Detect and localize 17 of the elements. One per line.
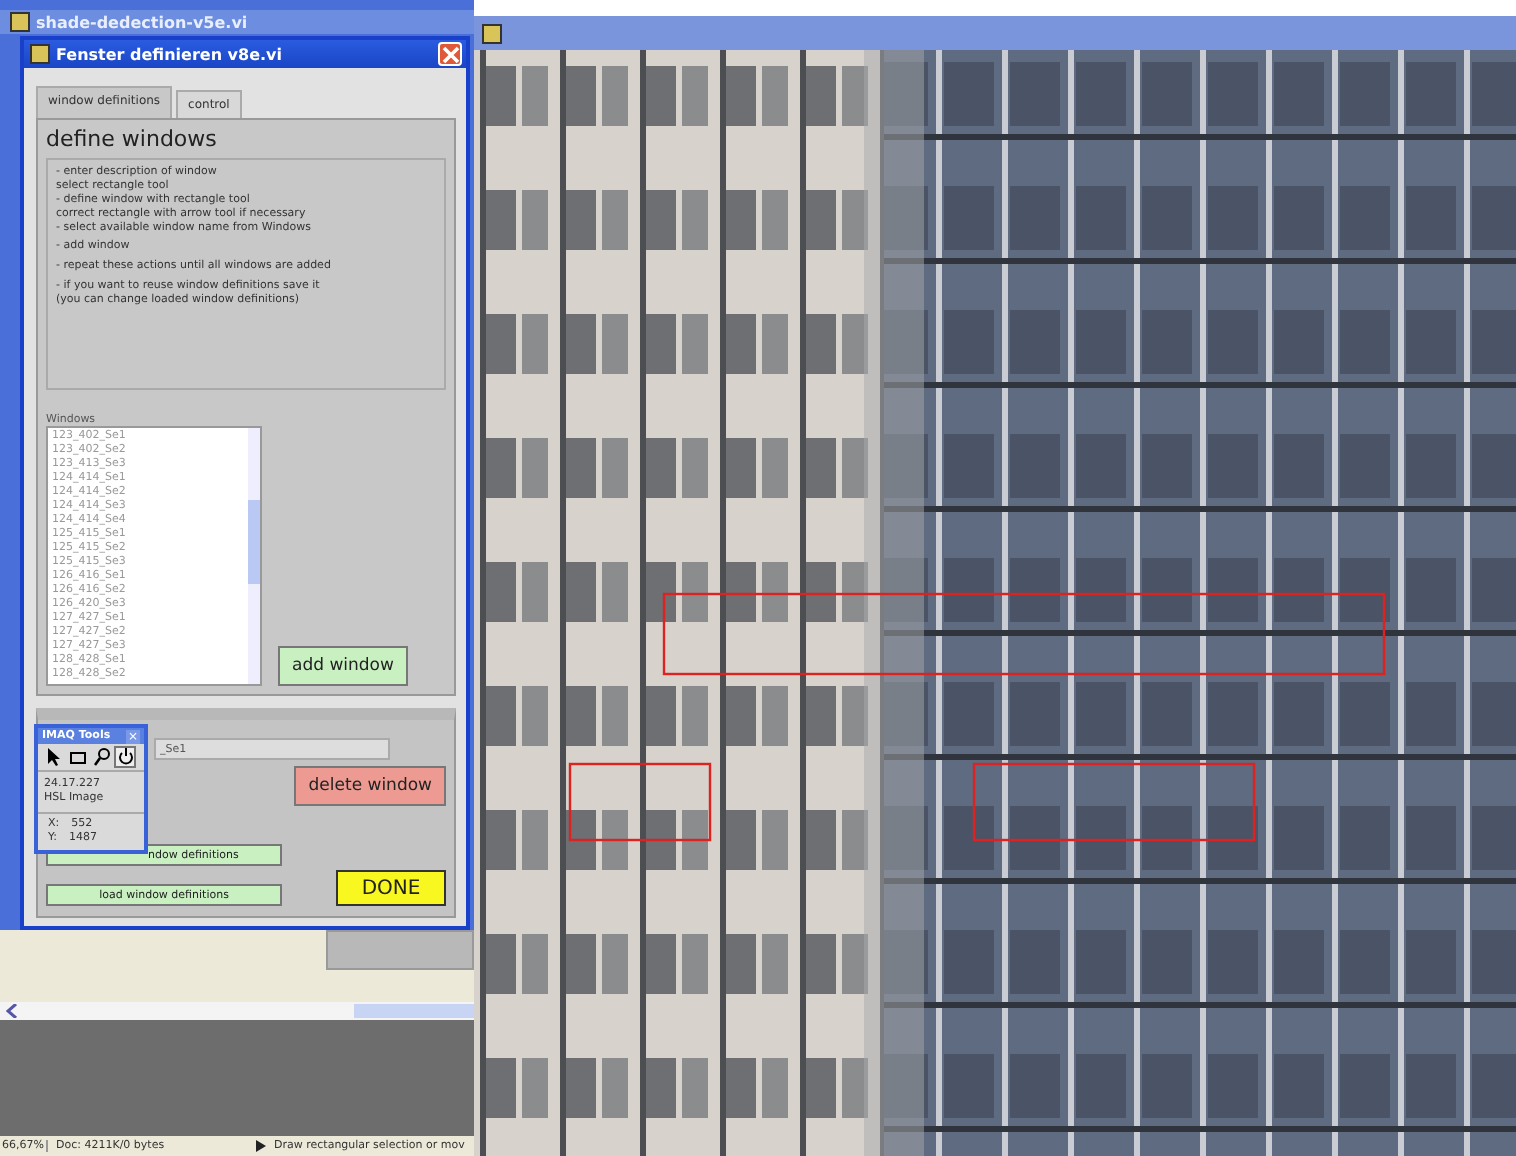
add-window-button[interactable]: add window [278, 646, 408, 686]
scrollbar[interactable] [0, 1002, 474, 1020]
play-icon [256, 1140, 266, 1152]
close-icon [441, 45, 459, 63]
close-button[interactable] [438, 42, 462, 66]
pan-tool[interactable] [114, 746, 136, 768]
scrollbar[interactable] [248, 428, 260, 684]
done-button[interactable]: DONE [336, 870, 446, 906]
rectangle-tool[interactable] [66, 746, 88, 768]
zoom-tool[interactable] [90, 746, 112, 768]
window-title: Fenster definieren v8e.vi [56, 45, 285, 63]
pointer-tool[interactable] [42, 746, 64, 768]
delete-window-button[interactable]: delete window [294, 766, 446, 806]
panel-heading: define windows [46, 126, 219, 152]
app-icon [482, 23, 502, 43]
windows-listbox[interactable] [46, 426, 262, 686]
window-title: shade-dedection-v5e.vi [36, 13, 248, 31]
